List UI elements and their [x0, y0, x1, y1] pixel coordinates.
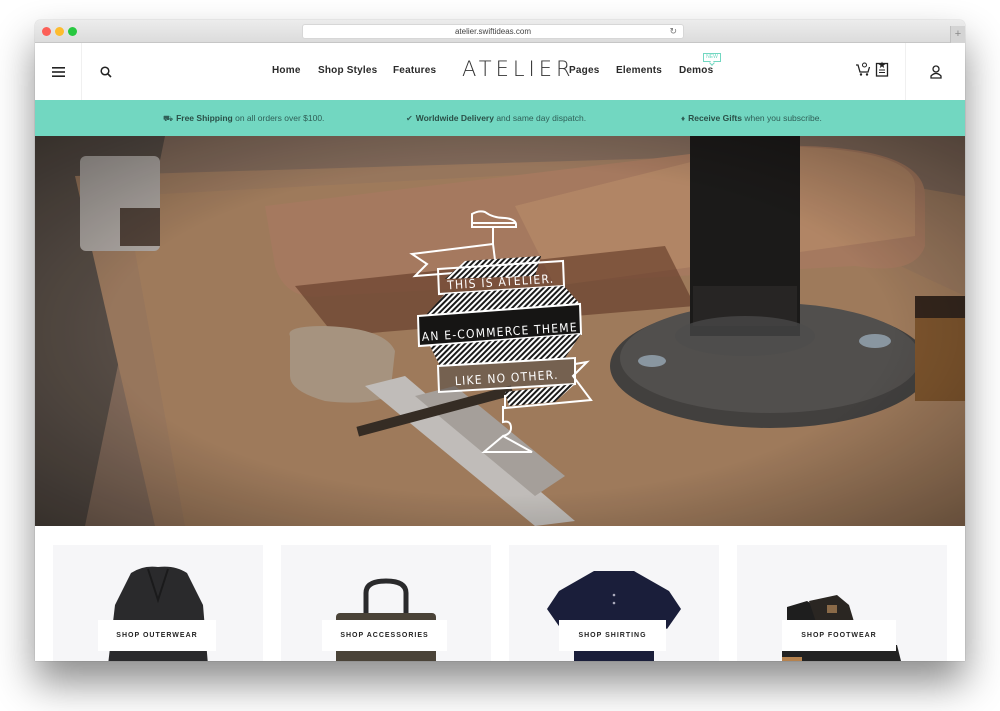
- category-card-accessories[interactable]: SHOP ACCESSORIES: [281, 545, 491, 661]
- promo-item-gifts: ♦ Receive Gifts when you subscribe.: [681, 113, 822, 123]
- category-label[interactable]: SHOP OUTERWEAR: [98, 620, 216, 651]
- menu-icon: [51, 66, 65, 77]
- check-icon: ✔: [406, 114, 413, 123]
- category-card-shirting[interactable]: SHOP SHIRTING: [509, 545, 719, 661]
- plus-icon: +: [954, 28, 962, 40]
- minimize-window-button[interactable]: [55, 27, 64, 36]
- hero-photo: THIS IS ATELIER. AN E-COMMERCE THEME LIK…: [35, 136, 965, 526]
- category-card-footwear[interactable]: SHOP FOOTWEAR: [737, 545, 947, 661]
- promo-bold: Free Shipping: [176, 113, 233, 123]
- category-label[interactable]: SHOP ACCESSORIES: [322, 620, 447, 651]
- search-button[interactable]: [82, 43, 130, 100]
- truck-icon: ⛟: [163, 114, 174, 123]
- account-button[interactable]: [905, 43, 965, 100]
- reload-icon[interactable]: ↻: [669, 25, 677, 38]
- maximize-window-button[interactable]: [68, 27, 77, 36]
- cart-icon: [856, 62, 871, 76]
- promo-item-shipping: ⛟ Free Shipping on all orders over $100.: [163, 113, 324, 124]
- promo-text: and same day dispatch.: [493, 113, 587, 123]
- cart-button[interactable]: [855, 61, 871, 77]
- promo-text: on all orders over $100.: [232, 113, 325, 123]
- wishlist-icon: [875, 61, 889, 77]
- address-bar[interactable]: atelier.swiftideas.com ↻: [302, 24, 684, 39]
- nav-demos[interactable]: Demos: [679, 65, 713, 76]
- new-tab-button[interactable]: +: [950, 26, 965, 43]
- site-header: Home Shop Styles Features ATELIER Pages …: [35, 43, 965, 100]
- browser-titlebar: atelier.swiftideas.com ↻ +: [35, 20, 965, 43]
- diamond-icon: ♦: [681, 114, 686, 123]
- new-badge: NEW: [703, 53, 721, 62]
- menu-button[interactable]: [35, 43, 82, 100]
- promo-bold: Receive Gifts: [688, 113, 742, 123]
- nav-features[interactable]: Features: [393, 65, 436, 76]
- nav-pages[interactable]: Pages: [569, 65, 599, 76]
- search-icon: [100, 65, 112, 78]
- url-text: atelier.swiftideas.com: [454, 27, 532, 36]
- hero-banner: THIS IS ATELIER. AN E-COMMERCE THEME LIK…: [35, 136, 965, 526]
- account-icon: [929, 64, 942, 79]
- promo-bar: ⛟ Free Shipping on all orders over $100. …: [35, 100, 965, 136]
- category-label[interactable]: SHOP SHIRTING: [559, 620, 666, 651]
- promo-text: when you subscribe.: [741, 113, 822, 123]
- site-logo[interactable]: ATELIER: [462, 57, 575, 81]
- nav-shop-styles[interactable]: Shop Styles: [318, 65, 377, 76]
- close-window-button[interactable]: [42, 27, 51, 36]
- wishlist-button[interactable]: [875, 61, 889, 77]
- browser-window: atelier.swiftideas.com ↻ + Home Shop Sty…: [35, 20, 965, 661]
- nav-home[interactable]: Home: [272, 65, 301, 76]
- promo-item-delivery: ✔ Worldwide Delivery and same day dispatc…: [406, 113, 586, 123]
- category-card-outerwear[interactable]: SHOP OUTERWEAR: [53, 545, 263, 661]
- promo-bold: Worldwide Delivery: [415, 113, 494, 123]
- category-label[interactable]: SHOP FOOTWEAR: [782, 620, 896, 651]
- nav-elements[interactable]: Elements: [616, 65, 662, 76]
- category-grid: SHOP OUTERWEAR SHOP ACCESSORIES SHOP SHI…: [35, 526, 965, 661]
